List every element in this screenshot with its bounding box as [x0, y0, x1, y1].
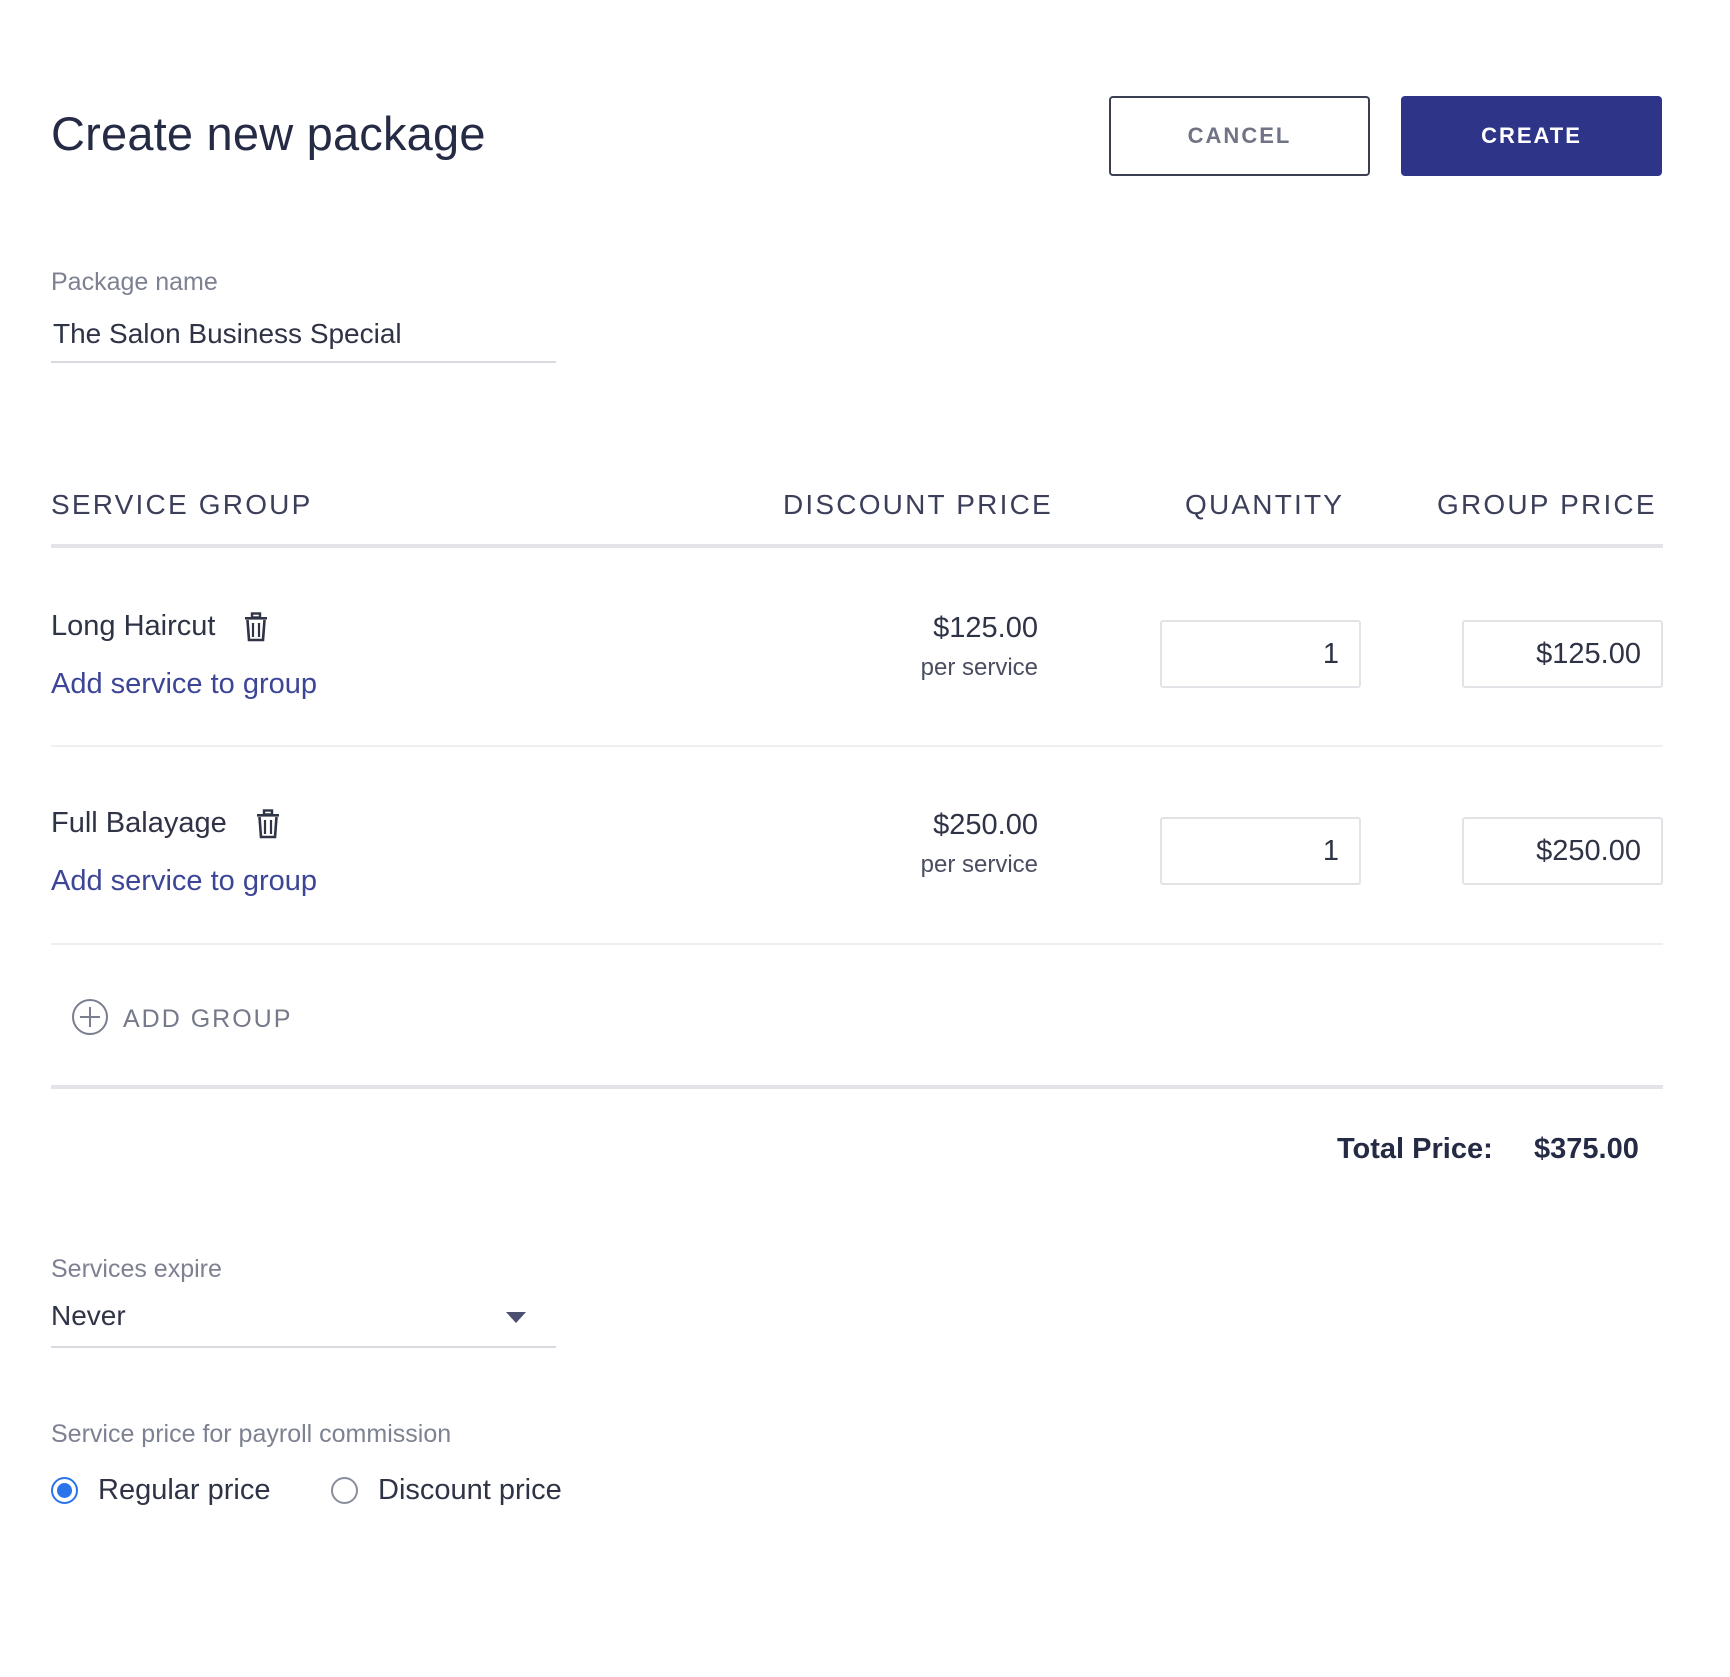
table-row: Full Balayage Add service to group $250.…: [0, 807, 1730, 1003]
payroll-commission-label: Service price for payroll commission: [51, 1420, 452, 1448]
create-button[interactable]: CREATE: [1401, 96, 1662, 176]
page-title: Create new package: [51, 107, 486, 160]
group-price-input[interactable]: $250.00: [1462, 817, 1663, 885]
total-price-label: Total Price:: [1337, 1133, 1493, 1165]
radio-discount-price[interactable]: Discount price: [331, 1474, 562, 1507]
chevron-down-icon: [506, 1312, 526, 1323]
add-service-link[interactable]: Add service to group: [51, 865, 317, 898]
radio-label: Regular price: [98, 1474, 271, 1506]
group-price-input[interactable]: $125.00: [1462, 620, 1663, 688]
services-expire-label: Services expire: [51, 1255, 222, 1283]
package-name-label: Package name: [51, 268, 218, 296]
per-service-label: per service: [920, 851, 1038, 878]
add-group-label: ADD GROUP: [123, 1005, 293, 1033]
radio-unchecked-icon[interactable]: [331, 1477, 358, 1504]
services-expire-value: Never: [51, 1300, 126, 1331]
header-discount-price: DISCOUNT PRICE: [783, 489, 1053, 520]
add-group-button[interactable]: ADD GROUP: [71, 998, 292, 1041]
row-divider: [51, 943, 1663, 945]
quantity-input[interactable]: 1: [1160, 817, 1361, 885]
discount-price: $125.00: [933, 612, 1038, 644]
per-service-label: per service: [920, 654, 1038, 681]
header-service-group: SERVICE GROUP: [51, 489, 313, 520]
quantity-input[interactable]: 1: [1160, 620, 1361, 688]
trash-icon[interactable]: [243, 611, 269, 642]
radio-checked-icon[interactable]: [51, 1477, 78, 1504]
table-bottom-divider: [51, 1085, 1663, 1089]
row-divider: [51, 745, 1663, 747]
discount-price: $250.00: [933, 809, 1038, 841]
table-row: Long Haircut Add service to group $125.0…: [0, 610, 1730, 806]
service-group-name: Full Balayage: [51, 807, 281, 840]
radio-regular-price[interactable]: Regular price: [51, 1474, 270, 1507]
total-price-value: $375.00: [1534, 1133, 1639, 1165]
package-name-input[interactable]: The Salon Business Special: [51, 313, 556, 363]
service-group-name: Long Haircut: [51, 610, 269, 643]
header-divider: [51, 544, 1663, 548]
plus-circle-icon: [71, 998, 109, 1041]
header-group-price: GROUP PRICE: [1437, 489, 1657, 520]
add-service-link[interactable]: Add service to group: [51, 668, 317, 701]
service-group-label: Long Haircut: [51, 610, 216, 642]
radio-label: Discount price: [378, 1474, 562, 1506]
header-quantity: QUANTITY: [1185, 489, 1345, 520]
cancel-button[interactable]: CANCEL: [1109, 96, 1370, 176]
service-group-label: Full Balayage: [51, 807, 227, 839]
services-expire-select[interactable]: Never: [51, 1298, 556, 1348]
trash-icon[interactable]: [255, 808, 281, 839]
